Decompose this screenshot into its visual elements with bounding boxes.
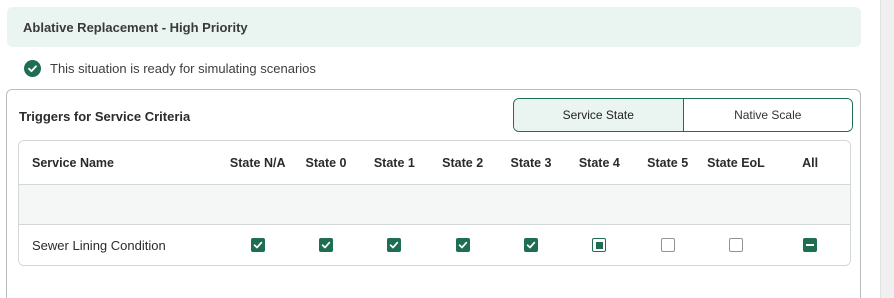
state-eol-checkbox[interactable] — [728, 238, 743, 252]
column-header-state-0: State 0 — [305, 155, 347, 170]
table-header: Service Name State N/A State 0 State 1 S… — [19, 141, 850, 185]
state-1-checkbox[interactable] — [387, 238, 402, 252]
column-header-service-name: Service Name — [32, 155, 115, 170]
state-na-checkbox[interactable] — [250, 238, 265, 252]
scale-toggle: Service State Native Scale — [513, 98, 853, 132]
column-header-state-4: State 4 — [578, 155, 620, 170]
column-header-state-na: State N/A — [229, 155, 286, 170]
criteria-table: Service Name State N/A State 0 State 1 S… — [18, 140, 851, 266]
situation-header: Ablative Replacement - High Priority — [7, 7, 861, 47]
situation-title: Ablative Replacement - High Priority — [23, 19, 248, 35]
service-name-cell: Sewer Lining Condition — [32, 237, 166, 253]
service-state-toggle[interactable]: Service State — [514, 99, 684, 131]
column-header-all: All — [802, 155, 819, 170]
triggers-title: Triggers for Service Criteria — [19, 109, 191, 124]
triggers-card: Triggers for Service Criteria Service St… — [6, 89, 861, 298]
column-header-state-1: State 1 — [373, 155, 415, 170]
table-row: Sewer Lining Condition — [19, 225, 850, 265]
column-header-state-5: State 5 — [647, 155, 689, 170]
state-3-checkbox[interactable] — [524, 238, 538, 252]
state-5-checkbox[interactable] — [660, 238, 675, 252]
filter-row — [19, 185, 850, 225]
scrollbar-gutter[interactable] — [880, 0, 894, 298]
column-header-state-eol: State EoL — [707, 155, 765, 170]
all-checkbox[interactable] — [803, 238, 818, 252]
status-message: This situation is ready for simulating s… — [50, 60, 316, 76]
state-4-checkbox[interactable] — [592, 238, 607, 252]
native-scale-toggle[interactable]: Native Scale — [683, 99, 852, 131]
page: Ablative Replacement - High Priority Thi… — [0, 0, 894, 298]
state-2-checkbox[interactable] — [455, 238, 470, 252]
column-header-state-3: State 3 — [510, 155, 552, 170]
state-0-checkbox[interactable] — [319, 238, 334, 252]
status-row: This situation is ready for simulating s… — [24, 58, 316, 78]
check-circle-icon — [24, 59, 41, 77]
column-header-state-2: State 2 — [442, 155, 484, 170]
